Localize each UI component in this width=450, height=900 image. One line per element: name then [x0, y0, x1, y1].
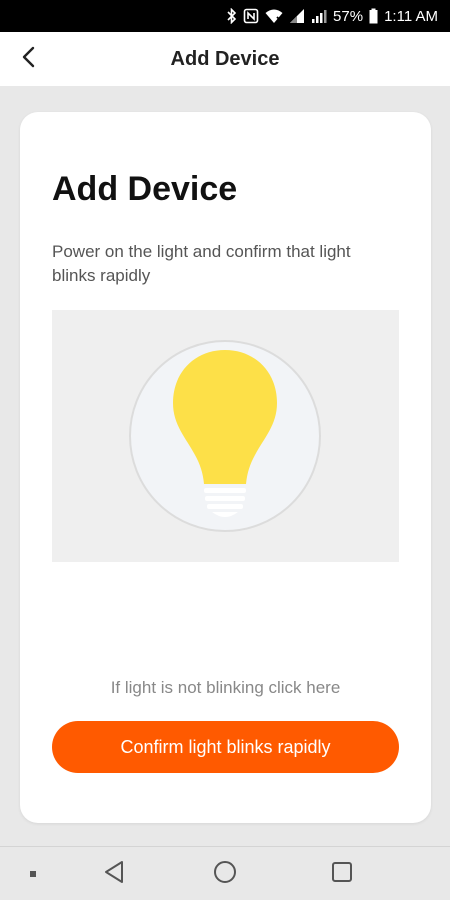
battery-icon	[369, 8, 378, 24]
menu-dot-button[interactable]	[20, 847, 46, 900]
back-triangle-icon	[103, 860, 125, 889]
add-device-card: Add Device Power on the light and confir…	[20, 112, 431, 823]
light-bulb-illustration	[52, 310, 399, 562]
status-bar: 57% 1:11 AM	[0, 0, 450, 32]
signal-bars-icon	[311, 8, 327, 24]
nav-home-button[interactable]	[205, 847, 245, 900]
instruction-text: Power on the light and confirm that ligh…	[52, 242, 351, 285]
home-circle-icon	[213, 860, 237, 889]
confirm-blinking-button[interactable]: Confirm light blinks rapidly	[52, 721, 399, 773]
card-title: Add Device	[52, 170, 238, 208]
wifi-icon	[265, 8, 283, 24]
app-bar: Add Device	[0, 32, 450, 86]
light-bulb-icon	[129, 340, 321, 532]
nav-back-button[interactable]	[94, 847, 134, 900]
system-nav-bar	[0, 846, 450, 900]
back-button[interactable]	[12, 42, 46, 76]
not-blinking-help-link[interactable]: If light is not blinking click here	[20, 678, 431, 698]
battery-percent: 57%	[333, 7, 364, 25]
chevron-left-icon	[21, 46, 37, 73]
menu-dot-icon	[29, 865, 37, 883]
nav-recents-button[interactable]	[322, 847, 362, 900]
nfc-icon	[243, 8, 259, 24]
clock: 1:11 AM	[384, 7, 438, 25]
app-bar-title: Add Device	[170, 47, 280, 70]
recents-square-icon	[331, 861, 353, 888]
bluetooth-icon	[227, 8, 237, 24]
signal-icon	[289, 8, 305, 24]
